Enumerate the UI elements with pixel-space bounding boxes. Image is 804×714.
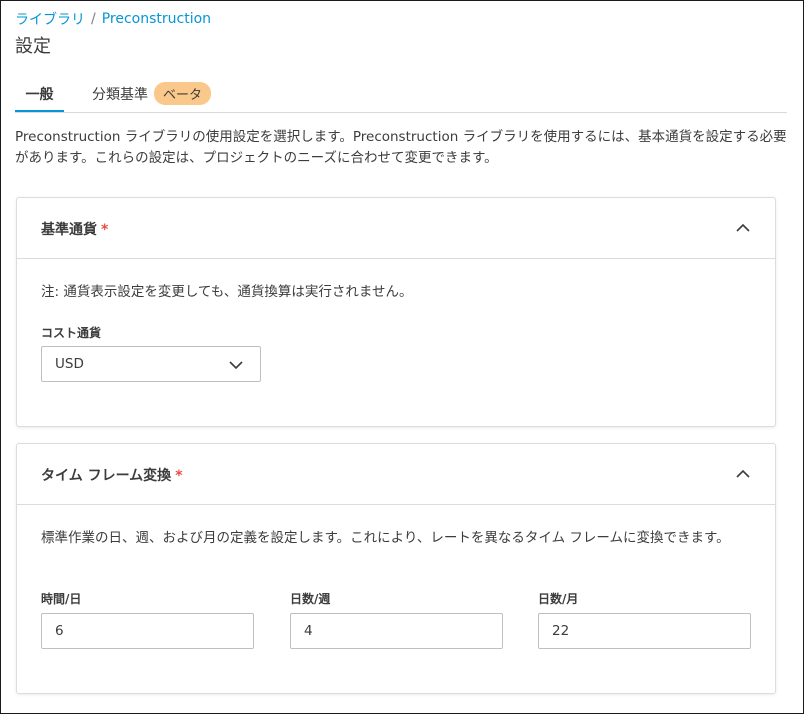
chevron-up-icon[interactable] [735,220,751,236]
tab-bar: 一般 分類基準 ベータ [15,81,787,113]
page-title: 設定 [15,36,51,57]
tab-general-label: 一般 [25,87,54,103]
cost-currency-label: コスト通貨 [41,326,102,340]
required-mark: * [175,468,183,484]
tab-classification[interactable]: 分類基準 ベータ [92,81,212,112]
timeframe-description: 標準作業の日、週、および月の定義を設定します。これにより、レートを異なるタイム … [41,530,730,546]
beta-badge: ベータ [154,82,212,105]
tab-general[interactable]: 一般 [15,81,64,112]
timeframe-card: タイム フレーム変換 * 標準作業の日、週、および月の定義を設定します。これにより… [16,443,776,694]
currency-card-header[interactable]: 基準通貨 * [17,198,775,259]
currency-card-title: 基準通貨 * [41,219,108,239]
hours-per-day-label: 時間/日 [41,592,82,606]
timeframe-card-header[interactable]: タイム フレーム変換 * [17,444,775,505]
breadcrumb-separator: / [91,11,96,27]
days-per-month-label: 日数/月 [538,592,579,606]
timeframe-card-title-text: タイム フレーム変換 [41,468,172,484]
days-per-month-input[interactable] [538,613,751,649]
intro-text: Preconstruction ライブラリの使用設定を選択します。Precons… [15,129,787,166]
settings-page: ライブラリ / Preconstruction 設定 一般 分類基準 ベータ P… [0,0,804,714]
currency-card: 基準通貨 * 注: 通貨表示設定を変更しても、通貨換算は実行されません。 コスト通… [16,197,776,427]
days-per-week-input[interactable] [290,613,503,649]
breadcrumb-library-link[interactable]: ライブラリ [15,9,85,29]
hours-per-day-input[interactable] [41,613,254,649]
cost-currency-value: USD [55,356,84,372]
breadcrumb-current-link[interactable]: Preconstruction [102,11,211,27]
breadcrumb: ライブラリ / Preconstruction [15,9,211,29]
timeframe-card-title: タイム フレーム変換 * [41,465,183,485]
currency-note: 注: 通貨表示設定を変更しても、通貨換算は実行されません。 [41,284,413,300]
cost-currency-select[interactable]: USD [41,346,261,382]
chevron-up-icon[interactable] [735,466,751,482]
currency-card-title-text: 基準通貨 [41,222,97,238]
required-mark: * [101,222,109,238]
tab-classification-label: 分類基準 [92,87,148,103]
chevron-down-icon [229,361,243,370]
days-per-week-label: 日数/週 [290,592,331,606]
